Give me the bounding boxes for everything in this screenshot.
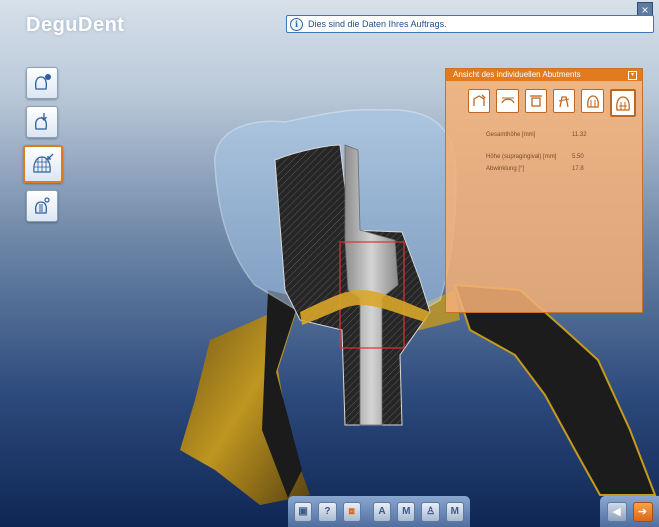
left-toolbar bbox=[23, 67, 63, 229]
help-button[interactable]: ? bbox=[318, 501, 337, 522]
view-front-icon bbox=[473, 94, 486, 106]
view-button-front[interactable] bbox=[468, 89, 491, 113]
back-arrow-icon: ◀ bbox=[612, 506, 621, 518]
measurement-value: 5.50 bbox=[572, 154, 584, 160]
view-button-crown[interactable] bbox=[581, 89, 604, 113]
info-message-bar: i Dies sind die Daten Ihres Auftrags. bbox=[286, 15, 654, 33]
panel-collapse-button[interactable]: ▾ bbox=[628, 71, 637, 80]
measurement-label: Höhe (supragingival) [mm] bbox=[486, 154, 557, 160]
bottom-toolbar: ▣ ? ⧈ A M ♙ M bbox=[288, 496, 470, 527]
abutment-edit-icon bbox=[35, 197, 50, 214]
abutment-m-button[interactable]: M bbox=[397, 501, 416, 522]
measurement-label: Abwinklung [°] bbox=[486, 166, 525, 172]
view-button-shoulder[interactable] bbox=[496, 89, 519, 113]
measurement-label: Gesamthöhe [mm] bbox=[486, 132, 536, 138]
view-angle-icon bbox=[559, 96, 570, 108]
view-full-icon bbox=[616, 96, 630, 111]
crown-arrow-icon bbox=[35, 113, 47, 130]
navigation-bar: ◀ ➔ bbox=[600, 496, 659, 527]
measurement-value: 11.32 bbox=[572, 132, 587, 138]
crown-tooth-button[interactable]: ♙ bbox=[421, 501, 440, 522]
next-arrow-icon: ➔ bbox=[637, 506, 648, 518]
crown-info-icon bbox=[35, 74, 51, 90]
view-height-icon bbox=[529, 95, 542, 107]
info-icon: i bbox=[290, 17, 303, 31]
view-button-height[interactable] bbox=[524, 89, 548, 113]
crown-tooth-icon: ♙ bbox=[426, 506, 436, 517]
tool-button-crown-info[interactable] bbox=[26, 67, 58, 99]
help-icon: ? bbox=[324, 506, 331, 517]
save-icon: ▣ bbox=[298, 506, 308, 517]
gum-tissue-right bbox=[453, 283, 657, 496]
screenshot-button[interactable]: ⧈ bbox=[342, 501, 361, 522]
measurement-value: 17.8 bbox=[572, 166, 584, 172]
view-button-angle[interactable] bbox=[553, 89, 576, 113]
tool-button-mesh-cap[interactable] bbox=[23, 145, 63, 183]
panel-header: Ansicht des individuellen Abutments ▾ bbox=[446, 69, 642, 81]
view-crown-icon bbox=[586, 95, 599, 108]
bridge-button[interactable]: M bbox=[445, 501, 464, 522]
tool-button-crown-arrow[interactable] bbox=[26, 106, 58, 138]
abutment-view-panel: Ansicht des individuellen Abutments ▾ Ge… bbox=[445, 68, 643, 313]
abutment-m-icon: M bbox=[402, 506, 411, 517]
view-shoulder-icon bbox=[500, 97, 515, 104]
abutment-a-icon: A bbox=[378, 506, 386, 517]
save-button[interactable]: ▣ bbox=[294, 501, 313, 522]
view-button-full[interactable] bbox=[609, 89, 636, 117]
screenshot-icon: ⧈ bbox=[348, 506, 355, 517]
bridge-icon: M bbox=[450, 506, 459, 517]
abutment-a-button[interactable]: A bbox=[372, 501, 392, 522]
info-message-text: Dies sind die Daten Ihres Auftrags. bbox=[308, 19, 447, 29]
panel-title: Ansicht des individuellen Abutments bbox=[453, 70, 581, 79]
back-button[interactable]: ◀ bbox=[606, 501, 627, 522]
next-button[interactable]: ➔ bbox=[632, 501, 653, 522]
mesh-cap-icon bbox=[33, 153, 54, 173]
view-button-row bbox=[468, 89, 642, 117]
app-title: DeguDent bbox=[26, 14, 125, 36]
tool-button-abutment-edit[interactable] bbox=[26, 190, 58, 222]
